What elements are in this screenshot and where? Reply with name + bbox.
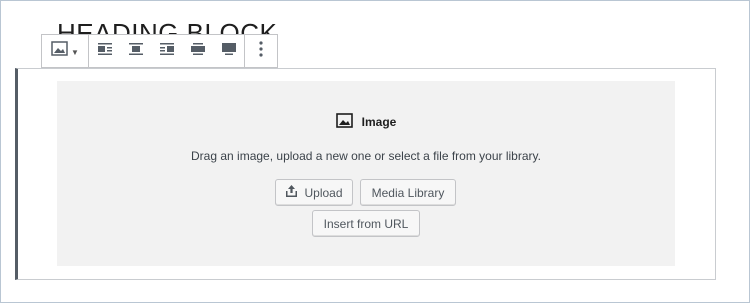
- align-wide-icon: [190, 42, 206, 61]
- insert-from-url-button[interactable]: Insert from URL: [312, 210, 420, 237]
- alignment-group: [89, 35, 245, 67]
- align-right-icon: [159, 42, 175, 61]
- insert-from-url-button-label: Insert from URL: [323, 216, 409, 231]
- align-center-icon: [128, 42, 144, 61]
- more-options-group: [245, 35, 277, 67]
- block-toolbar: ▼: [41, 34, 278, 68]
- align-left-icon: [97, 42, 113, 61]
- align-left-button[interactable]: [89, 35, 120, 67]
- image-icon: [51, 41, 68, 61]
- align-wide-button[interactable]: [182, 35, 213, 67]
- align-full-icon: [221, 42, 237, 61]
- upload-icon: [285, 184, 304, 201]
- align-right-button[interactable]: [151, 35, 182, 67]
- placeholder-label-text: Image: [361, 115, 397, 129]
- upload-button-label: Upload: [304, 185, 343, 200]
- more-vertical-icon: [259, 40, 263, 62]
- media-library-button[interactable]: Media Library: [360, 179, 456, 206]
- align-full-button[interactable]: [213, 35, 244, 67]
- align-center-button[interactable]: [120, 35, 151, 67]
- block-switcher-button[interactable]: ▼: [42, 35, 88, 67]
- image-icon: [335, 113, 362, 131]
- media-library-button-label: Media Library: [371, 185, 445, 200]
- image-placeholder[interactable]: Image Drag an image, upload a new one or…: [57, 81, 675, 266]
- placeholder-instructions: Drag an image, upload a new one or selec…: [191, 149, 541, 163]
- more-options-button[interactable]: [245, 35, 277, 67]
- upload-button[interactable]: Upload: [275, 179, 353, 206]
- block-switcher-group: ▼: [42, 35, 89, 67]
- chevron-down-icon: ▼: [71, 47, 79, 57]
- placeholder-label: Image: [57, 113, 675, 131]
